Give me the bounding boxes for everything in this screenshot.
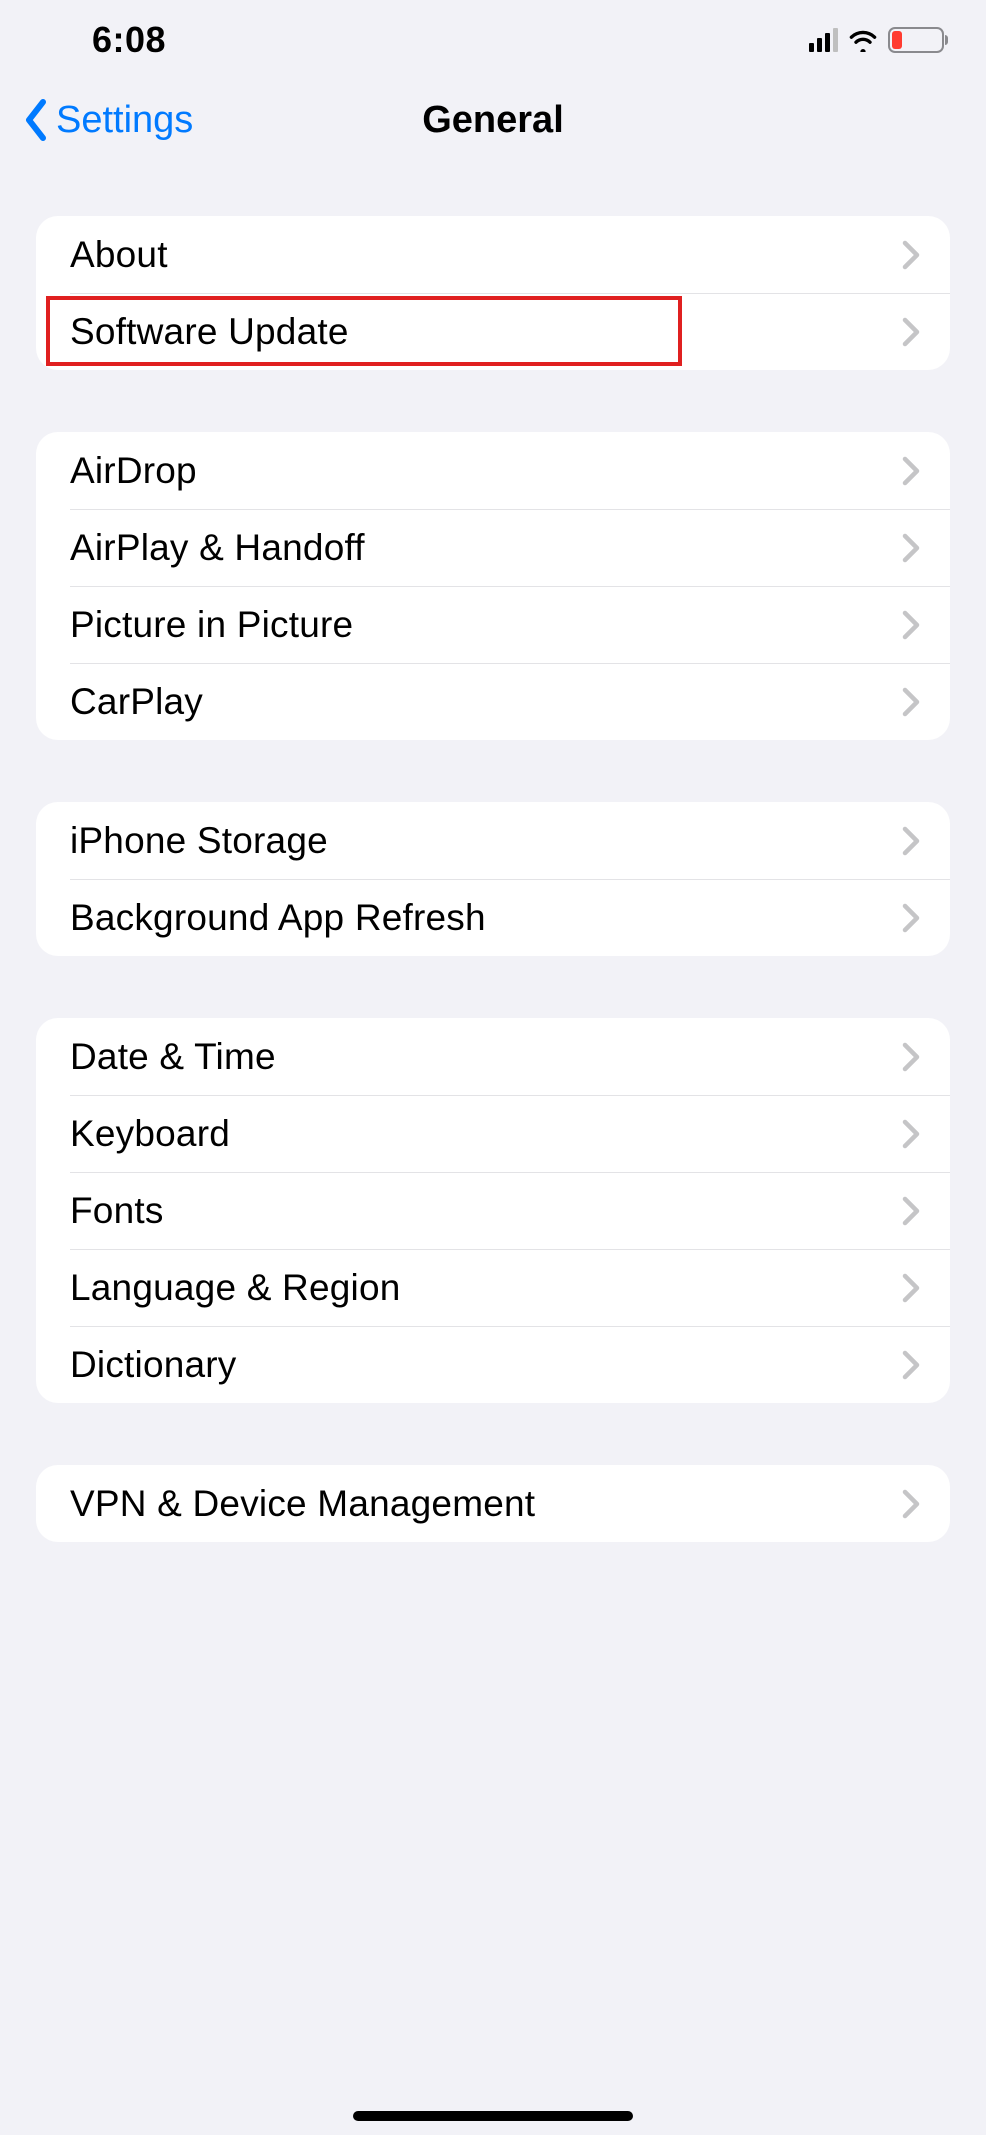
chevron-right-icon <box>902 1489 920 1519</box>
row-label: AirPlay & Handoff <box>70 527 365 569</box>
cellular-signal-icon <box>809 28 838 52</box>
row-label: Background App Refresh <box>70 897 486 939</box>
nav-bar: Settings General <box>0 70 986 170</box>
chevron-right-icon <box>902 1196 920 1226</box>
row-label: AirDrop <box>70 450 197 492</box>
chevron-right-icon <box>902 1119 920 1149</box>
chevron-right-icon <box>902 826 920 856</box>
row-label: About <box>70 234 168 276</box>
chevron-right-icon <box>902 533 920 563</box>
chevron-right-icon <box>902 687 920 717</box>
settings-group: About Software Update <box>36 216 950 370</box>
chevron-right-icon <box>902 1042 920 1072</box>
row-iphone-storage[interactable]: iPhone Storage <box>36 802 950 879</box>
row-label: CarPlay <box>70 681 203 723</box>
battery-level-low <box>892 31 902 49</box>
row-background-app-refresh[interactable]: Background App Refresh <box>36 879 950 956</box>
row-label: Dictionary <box>70 1344 237 1386</box>
status-time: 6:08 <box>42 19 166 61</box>
chevron-right-icon <box>902 1273 920 1303</box>
chevron-right-icon <box>902 1350 920 1380</box>
chevron-right-icon <box>902 456 920 486</box>
row-fonts[interactable]: Fonts <box>36 1172 950 1249</box>
row-airplay-handoff[interactable]: AirPlay & Handoff <box>36 509 950 586</box>
row-label: Picture in Picture <box>70 604 353 646</box>
row-label: Software Update <box>70 311 349 353</box>
row-carplay[interactable]: CarPlay <box>36 663 950 740</box>
settings-group: AirDrop AirPlay & Handoff Picture in Pic… <box>36 432 950 740</box>
row-label: VPN & Device Management <box>70 1483 535 1525</box>
row-dictionary[interactable]: Dictionary <box>36 1326 950 1403</box>
row-label: Date & Time <box>70 1036 276 1078</box>
back-button[interactable]: Settings <box>0 98 193 142</box>
chevron-right-icon <box>902 240 920 270</box>
row-vpn-device-management[interactable]: VPN & Device Management <box>36 1465 950 1542</box>
row-about[interactable]: About <box>36 216 950 293</box>
row-keyboard[interactable]: Keyboard <box>36 1095 950 1172</box>
chevron-right-icon <box>902 317 920 347</box>
settings-group: VPN & Device Management <box>36 1465 950 1542</box>
wifi-icon <box>848 28 878 52</box>
row-picture-in-picture[interactable]: Picture in Picture <box>36 586 950 663</box>
back-label: Settings <box>56 99 193 142</box>
row-label: Keyboard <box>70 1113 230 1155</box>
settings-content: About Software Update AirDrop AirPlay & … <box>0 170 986 1542</box>
row-language-region[interactable]: Language & Region <box>36 1249 950 1326</box>
status-icons <box>809 27 944 53</box>
row-date-time[interactable]: Date & Time <box>36 1018 950 1095</box>
chevron-right-icon <box>902 610 920 640</box>
row-airdrop[interactable]: AirDrop <box>36 432 950 509</box>
row-software-update[interactable]: Software Update <box>36 293 950 370</box>
battery-icon <box>888 27 944 53</box>
settings-group: Date & Time Keyboard Fonts Language & Re… <box>36 1018 950 1403</box>
row-label: Language & Region <box>70 1267 401 1309</box>
home-indicator <box>353 2111 633 2121</box>
row-label: iPhone Storage <box>70 820 328 862</box>
status-bar: 6:08 <box>0 0 986 70</box>
chevron-left-icon <box>22 98 50 142</box>
chevron-right-icon <box>902 903 920 933</box>
settings-group: iPhone Storage Background App Refresh <box>36 802 950 956</box>
row-label: Fonts <box>70 1190 164 1232</box>
